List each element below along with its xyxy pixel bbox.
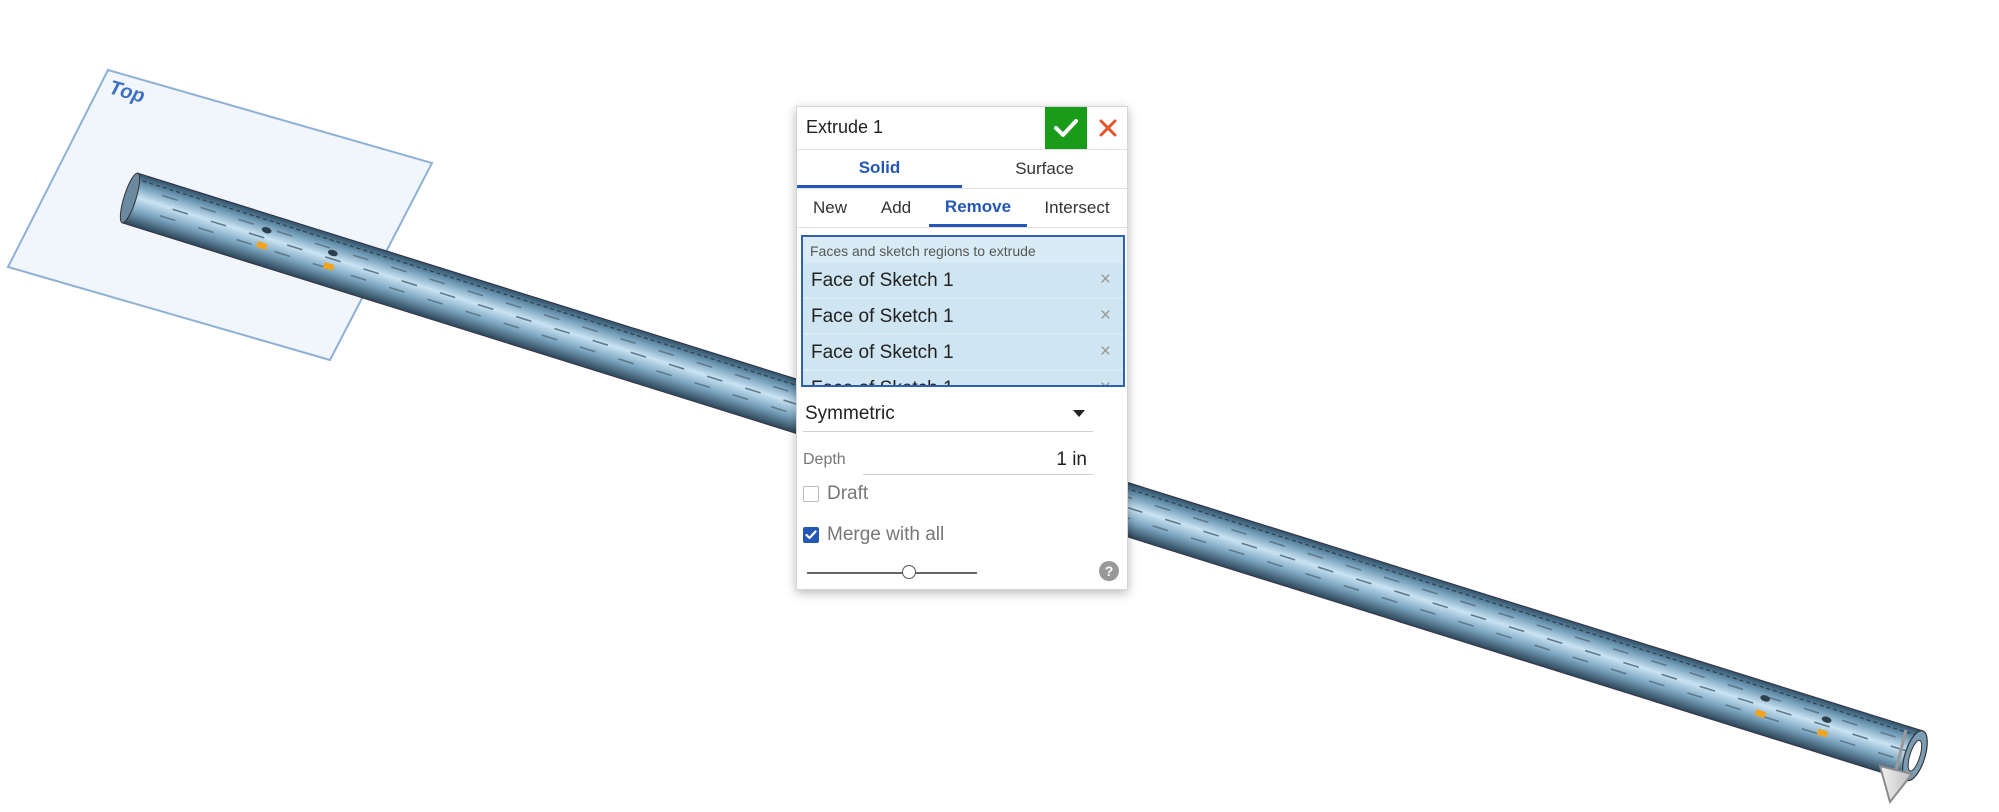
tab-solid[interactable]: Solid [797,150,962,188]
body-type-tabs: Solid Surface [797,150,1127,189]
tab-remove[interactable]: Remove [929,189,1027,227]
selected-face-name: Face of Sketch 1 [811,306,954,327]
depth-input[interactable] [863,445,1093,475]
remove-face-icon[interactable]: × [1100,341,1111,363]
slider-thumb[interactable] [902,565,916,579]
selected-face-item[interactable]: Face of Sketch 1 × [803,299,1123,333]
dialog-title: Extrude 1 [806,117,884,137]
tab-intersect[interactable]: Intersect [1027,189,1127,227]
draft-checkbox[interactable] [803,486,819,502]
accept-button[interactable] [1045,107,1087,149]
remove-face-icon[interactable]: × [1100,377,1111,385]
slider-track [807,572,977,574]
tab-new[interactable]: New [797,189,863,227]
extrude-dialog: Extrude 1 Solid Surface New Add Remove I… [796,106,1128,590]
tab-surface[interactable]: Surface [962,150,1127,188]
depth-label: Depth [803,451,846,468]
merge-label: Merge with all [827,524,945,545]
merge-option[interactable]: Merge with all [803,521,944,549]
checkmark-icon [805,530,817,540]
selected-face-item[interactable]: Face of Sketch 1 × [803,371,1123,385]
cancel-button[interactable] [1089,107,1127,149]
operation-tabs: New Add Remove Intersect [797,189,1127,228]
selected-face-name: Face of Sketch 1 [811,270,954,291]
end-type-dropdown[interactable]: Symmetric [803,395,1093,432]
end-type-value: Symmetric [805,403,895,424]
draft-label: Draft [827,483,869,504]
faces-selection-box[interactable]: Faces and sketch regions to extrude Face… [801,235,1125,387]
merge-checkbox[interactable] [803,527,819,543]
graphics-viewport[interactable]: Top Extrude 1 Solid Surface New Add Remo… [0,0,1999,812]
preview-slider[interactable] [807,563,977,583]
remove-face-icon[interactable]: × [1100,305,1111,327]
caret-down-icon [1073,410,1085,417]
draft-option[interactable]: Draft [803,480,868,508]
help-icon[interactable]: ? [1099,561,1119,581]
remove-face-icon[interactable]: × [1100,269,1111,291]
faces-selection-label: Faces and sketch regions to extrude [810,243,1036,259]
dialog-header: Extrude 1 [797,107,1127,150]
checkmark-icon [1054,119,1078,137]
close-icon [1099,119,1117,137]
selected-face-item[interactable]: Face of Sketch 1 × [803,335,1123,369]
tab-add[interactable]: Add [863,189,929,227]
selected-face-item[interactable]: Face of Sketch 1 × [803,263,1123,297]
selected-face-name: Face of Sketch 1 [811,342,954,363]
selected-face-name: Face of Sketch 1 [811,378,954,385]
depth-row: Depth [803,441,1093,477]
